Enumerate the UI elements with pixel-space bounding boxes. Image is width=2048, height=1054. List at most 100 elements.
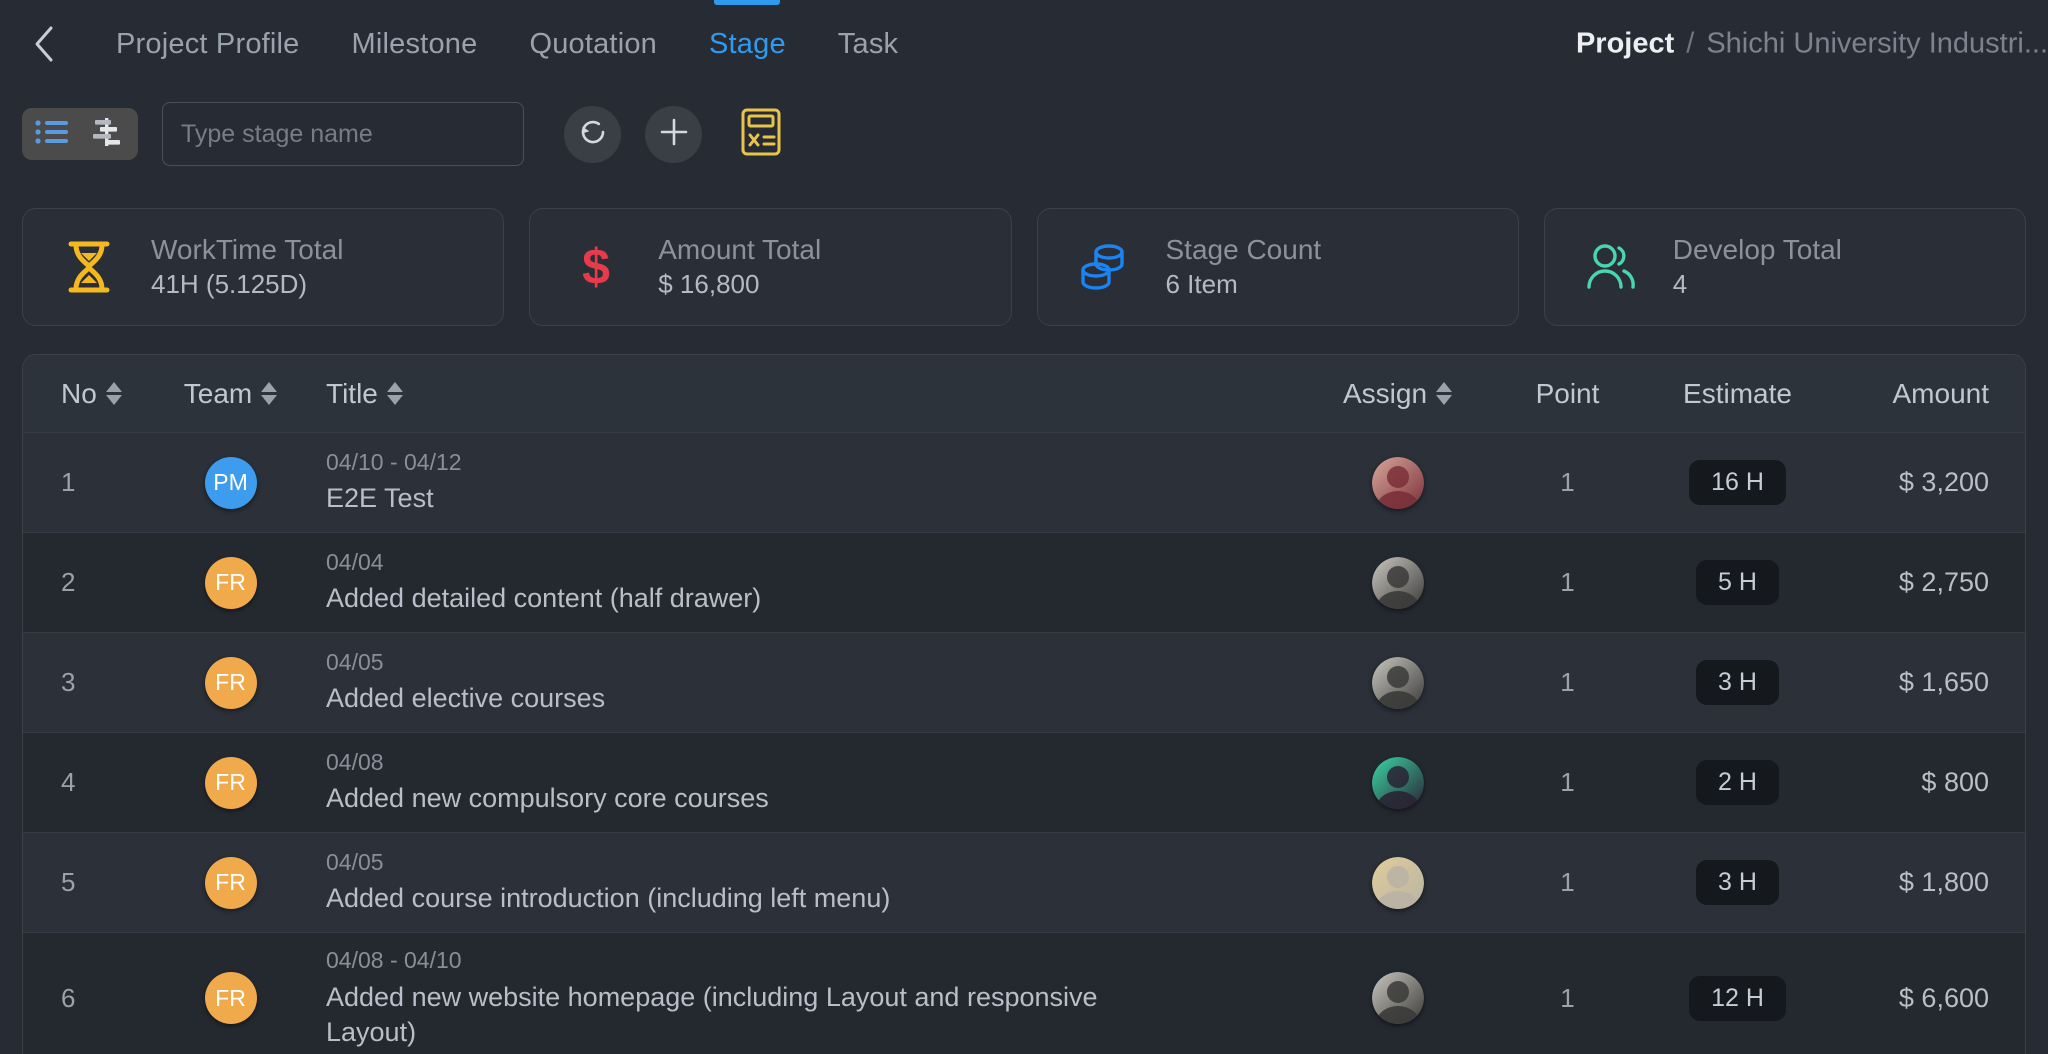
cell-no: 5	[23, 867, 143, 898]
stat-card-value: $ 16,800	[658, 270, 821, 300]
stage-date-range: 04/05	[326, 849, 1290, 877]
sort-arrows-icon[interactable]	[261, 382, 277, 405]
stat-card-develop-total: Develop Total 4	[1544, 208, 2026, 326]
table-row[interactable]: 1 PM 04/10 - 04/12 E2E Test 1 16 H $ 3,2…	[23, 433, 2025, 533]
column-header-title[interactable]: Title	[318, 378, 1310, 410]
refresh-icon	[577, 116, 609, 153]
stat-card-value: 41H (5.125D)	[151, 270, 343, 300]
cell-estimate: 2 H	[1650, 760, 1825, 806]
tab-task[interactable]: Task	[812, 0, 924, 88]
stage-title[interactable]: Added elective courses	[326, 681, 1156, 716]
stage-title[interactable]: Added new website homepage (including La…	[326, 980, 1156, 1050]
breadcrumb-separator: /	[1686, 28, 1694, 61]
table-row[interactable]: 5 FR 04/05 Added course introduction (in…	[23, 833, 2025, 933]
cell-assign	[1310, 557, 1485, 609]
cell-amount: $ 6,600	[1825, 983, 2025, 1014]
avatar-person-dark-coat[interactable]	[1372, 972, 1424, 1024]
table-row[interactable]: 4 FR 04/08 Added new compulsory core cou…	[23, 733, 2025, 833]
cell-team: FR	[143, 857, 318, 909]
column-header-label: Amount	[1893, 378, 1990, 410]
estimate-badge: 12 H	[1689, 976, 1786, 1022]
cell-point: 1	[1485, 667, 1650, 698]
team-badge[interactable]: PM	[205, 457, 257, 509]
sort-arrows-icon[interactable]	[387, 382, 403, 405]
cell-amount: $ 800	[1825, 767, 2025, 798]
cell-amount: $ 1,800	[1825, 867, 2025, 898]
avatar-neon-figure[interactable]	[1372, 757, 1424, 809]
coins-icon	[1072, 235, 1136, 299]
cell-no: 6	[23, 983, 143, 1014]
column-header-amt: Amount	[1825, 378, 2025, 410]
cell-team: FR	[143, 757, 318, 809]
list-view-button[interactable]	[30, 114, 74, 154]
cell-title: 04/10 - 04/12 E2E Test	[318, 435, 1310, 531]
calculator-icon	[740, 108, 782, 161]
column-header-team[interactable]: Team	[143, 378, 318, 410]
column-header-est: Estimate	[1650, 378, 1825, 410]
table-row[interactable]: 2 FR 04/04 Added detailed content (half …	[23, 533, 2025, 633]
sort-arrows-icon[interactable]	[106, 382, 122, 405]
tab-quotation[interactable]: Quotation	[503, 0, 683, 88]
estimate-badge: 5 H	[1696, 560, 1779, 606]
team-badge[interactable]: FR	[205, 857, 257, 909]
cell-point: 1	[1485, 867, 1650, 898]
cell-team: FR	[143, 657, 318, 709]
stage-title[interactable]: Added new compulsory core courses	[326, 781, 1156, 816]
search-input[interactable]	[162, 102, 524, 166]
cell-team: FR	[143, 557, 318, 609]
stat-card-stage-count: Stage Count 6 Item	[1037, 208, 1519, 326]
team-badge[interactable]: FR	[205, 757, 257, 809]
column-header-label: Team	[184, 378, 252, 410]
cell-assign	[1310, 972, 1485, 1024]
team-badge[interactable]: FR	[205, 557, 257, 609]
team-badge[interactable]: FR	[205, 657, 257, 709]
cell-amount: $ 1,650	[1825, 667, 2025, 698]
add-stage-button[interactable]	[645, 106, 702, 163]
stage-title[interactable]: E2E Test	[326, 481, 1156, 516]
cell-assign	[1310, 657, 1485, 709]
stage-title[interactable]: Added detailed content (half drawer)	[326, 581, 1156, 616]
table-header-row: No Team Title Assign PointEstimateAmount	[23, 355, 2025, 433]
dollar-icon: $	[564, 235, 628, 299]
column-header-label: Assign	[1343, 378, 1427, 410]
gantt-view-button[interactable]	[86, 114, 130, 154]
column-header-label: No	[61, 378, 97, 410]
stat-card-worktime-total: WorkTime Total 41H (5.125D)	[22, 208, 504, 326]
hourglass-icon	[57, 235, 121, 299]
stage-date-range: 04/05	[326, 649, 1290, 677]
team-badge[interactable]: FR	[205, 972, 257, 1024]
stat-card-label: Amount Total	[658, 234, 821, 266]
stage-table: No Team Title Assign PointEstimateAmount…	[22, 354, 2026, 1054]
stat-card-label: Develop Total	[1673, 234, 1842, 266]
tab-milestone[interactable]: Milestone	[326, 0, 504, 88]
stat-card-amount-total: $ Amount Total $ 16,800	[529, 208, 1011, 326]
cell-estimate: 3 H	[1650, 660, 1825, 706]
avatar-fur-hood[interactable]	[1372, 857, 1424, 909]
breadcrumb-root[interactable]: Project	[1576, 28, 1674, 61]
tab-stage[interactable]: Stage	[683, 0, 812, 88]
column-header-assign[interactable]: Assign	[1310, 378, 1485, 410]
back-button[interactable]	[22, 22, 66, 66]
cell-title: 04/05 Added course introduction (includi…	[318, 835, 1310, 931]
breadcrumb: Project / Shichi University Industri...	[1576, 28, 2048, 61]
sort-arrows-icon[interactable]	[1436, 382, 1452, 405]
top-navigation: Project ProfileMilestoneQuotationStageTa…	[0, 0, 2048, 88]
cell-team: FR	[143, 972, 318, 1024]
cell-estimate: 16 H	[1650, 460, 1825, 506]
refresh-button[interactable]	[564, 106, 621, 163]
calculator-button[interactable]	[732, 105, 790, 163]
cell-team: PM	[143, 457, 318, 509]
table-row[interactable]: 6 FR 04/08 - 04/10 Added new website hom…	[23, 933, 2025, 1054]
nav-tabs: Project ProfileMilestoneQuotationStageTa…	[90, 0, 924, 88]
avatar-red-hair[interactable]	[1372, 457, 1424, 509]
avatar-person-dark-coat[interactable]	[1372, 657, 1424, 709]
tab-project-profile[interactable]: Project Profile	[90, 0, 326, 88]
stat-card-value: 6 Item	[1166, 270, 1322, 300]
table-row[interactable]: 3 FR 04/05 Added elective courses 1 3 H …	[23, 633, 2025, 733]
table-body: 1 PM 04/10 - 04/12 E2E Test 1 16 H $ 3,2…	[23, 433, 2025, 1054]
avatar-person-dark-coat[interactable]	[1372, 557, 1424, 609]
toolbar	[0, 88, 2048, 180]
stage-title[interactable]: Added course introduction (including lef…	[326, 881, 1156, 916]
column-header-no[interactable]: No	[23, 378, 143, 410]
cell-no: 4	[23, 767, 143, 798]
